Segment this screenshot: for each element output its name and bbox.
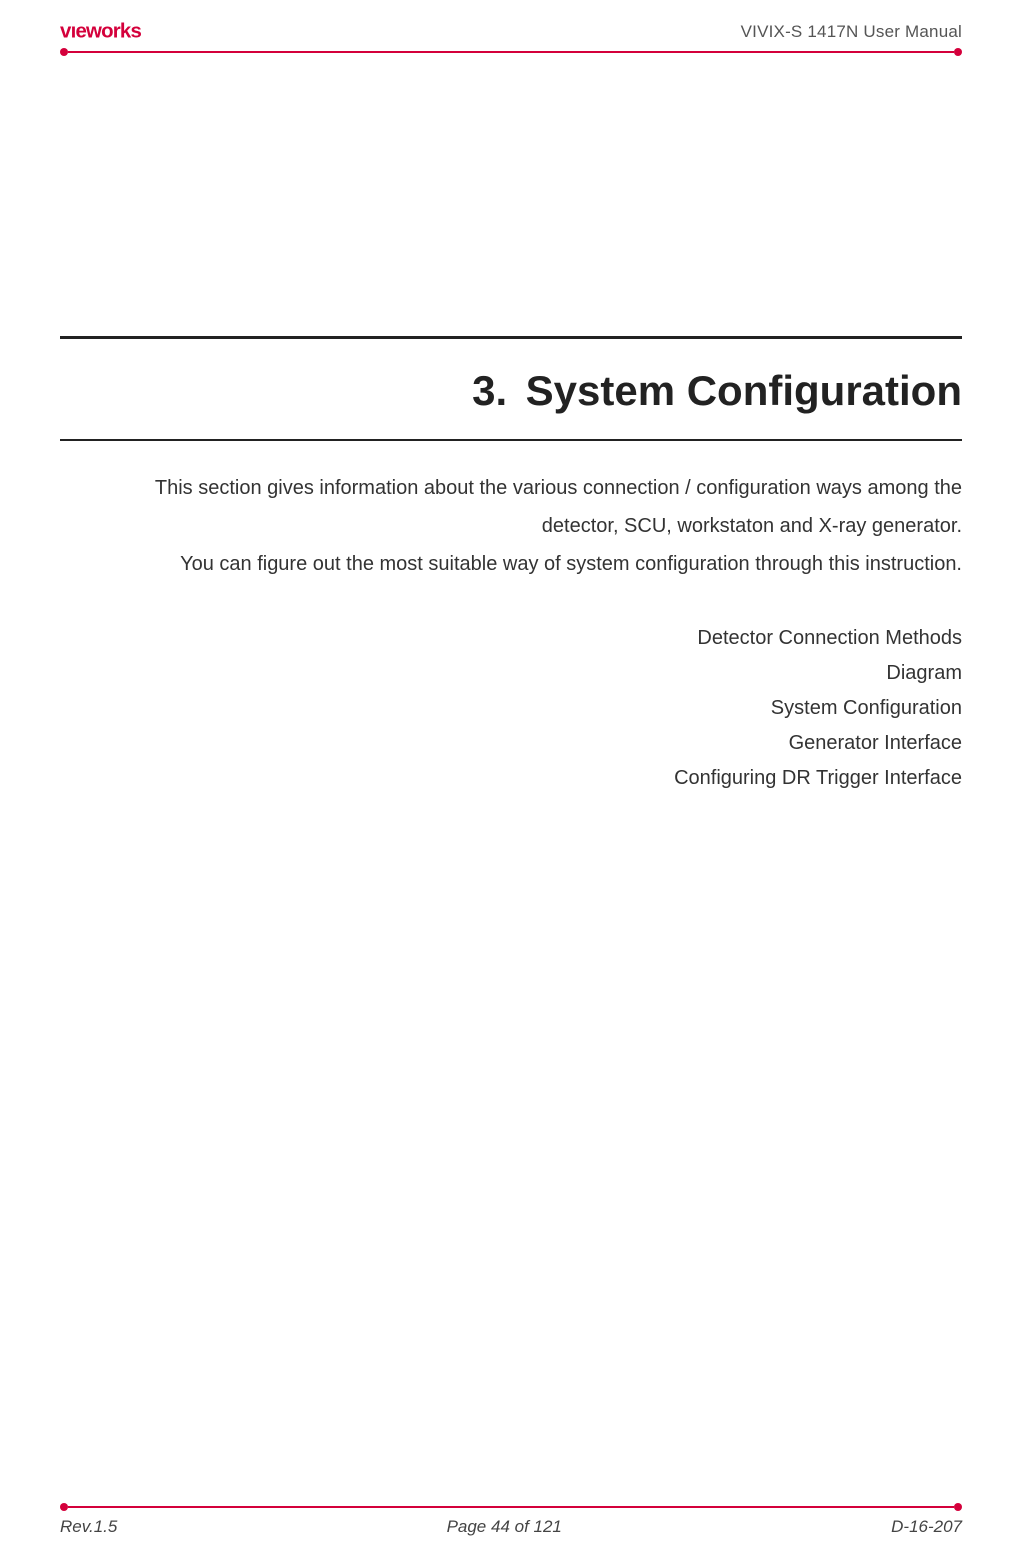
intro-line: You can figure out the most suitable way…: [60, 545, 962, 583]
page-body: 3. System Configuration This section giv…: [60, 56, 962, 1503]
toc-item: Generator Interface: [60, 726, 962, 761]
section-heading: 3. System Configuration: [60, 339, 962, 439]
section-intro: This section gives information about the…: [60, 469, 962, 583]
document-title: VIVIX-S 1417N User Manual: [741, 22, 962, 42]
section-title: System Configuration: [526, 367, 962, 414]
rule-line: [68, 51, 954, 53]
section-rule-bottom: [60, 439, 962, 441]
footer: Rev.1.5 Page 44 of 121 D-16-207: [60, 1503, 962, 1537]
section-toc: Detector Connection Methods Diagram Syst…: [60, 621, 962, 796]
dot-icon: [954, 1503, 962, 1511]
dot-icon: [60, 1503, 68, 1511]
footer-divider: [60, 1503, 962, 1511]
toc-item: Detector Connection Methods: [60, 621, 962, 656]
intro-line: detector, SCU, workstaton and X-ray gene…: [60, 507, 962, 545]
logo: vıeworks: [60, 20, 209, 42]
dot-icon: [60, 48, 68, 56]
rule-line: [68, 1506, 954, 1508]
toc-item: System Configuration: [60, 691, 962, 726]
footer-page: Page 44 of 121: [447, 1517, 562, 1537]
header-divider: [60, 48, 962, 56]
vieworks-logo-icon: vıeworks: [60, 20, 209, 42]
footer-rev: Rev.1.5: [60, 1517, 117, 1537]
footer-doc-id: D-16-207: [891, 1517, 962, 1537]
toc-item: Configuring DR Trigger Interface: [60, 761, 962, 796]
toc-item: Diagram: [60, 656, 962, 691]
section-number: 3.: [472, 367, 507, 414]
dot-icon: [954, 48, 962, 56]
header: vıeworks VIVIX-S 1417N User Manual: [60, 20, 962, 46]
intro-line: This section gives information about the…: [60, 469, 962, 507]
svg-text:vıeworks: vıeworks: [60, 20, 141, 42]
